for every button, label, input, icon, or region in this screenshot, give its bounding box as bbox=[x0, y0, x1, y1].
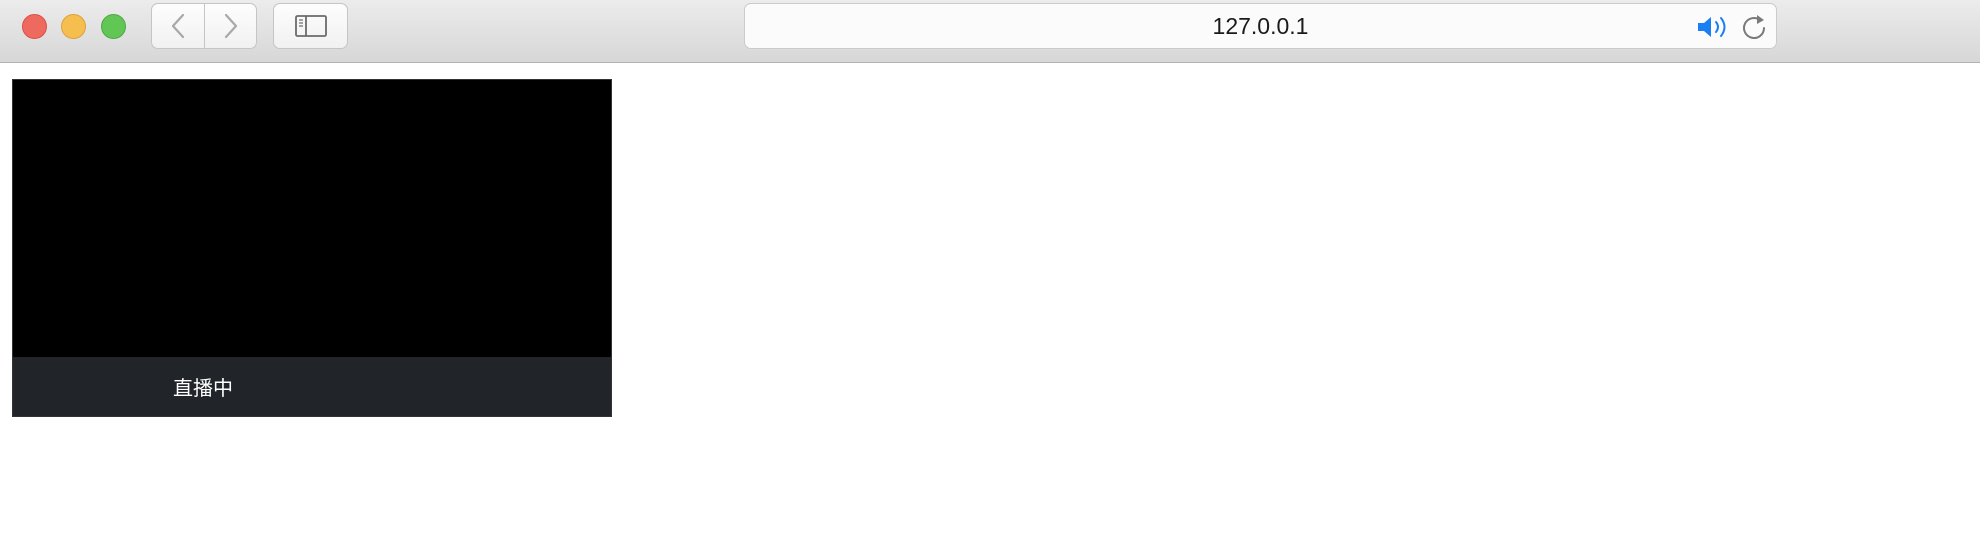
browser-toolbar: 127.0.0.1 bbox=[0, 0, 1980, 63]
browser-window: 127.0.0.1 直播中 bbox=[0, 0, 1980, 552]
minimize-window-button[interactable] bbox=[61, 14, 86, 39]
chevron-right-icon bbox=[224, 13, 237, 39]
reload-icon[interactable] bbox=[1740, 13, 1768, 41]
navigation-buttons bbox=[151, 3, 257, 49]
live-video-player[interactable]: 直播中 bbox=[12, 79, 612, 417]
chevron-left-icon bbox=[171, 13, 185, 39]
forward-button[interactable] bbox=[204, 4, 256, 48]
zoom-window-button[interactable] bbox=[101, 14, 126, 39]
close-window-button[interactable] bbox=[22, 14, 47, 39]
show-sidebar-button[interactable] bbox=[273, 3, 348, 49]
live-status-label: 直播中 bbox=[173, 376, 233, 400]
video-status-bar: 直播中 bbox=[13, 357, 611, 416]
back-button[interactable] bbox=[152, 4, 204, 48]
sidebar-icon bbox=[294, 15, 327, 37]
address-bar[interactable]: 127.0.0.1 bbox=[744, 3, 1777, 49]
speaker-icon[interactable] bbox=[1696, 14, 1732, 40]
url-text[interactable]: 127.0.0.1 bbox=[745, 4, 1776, 48]
